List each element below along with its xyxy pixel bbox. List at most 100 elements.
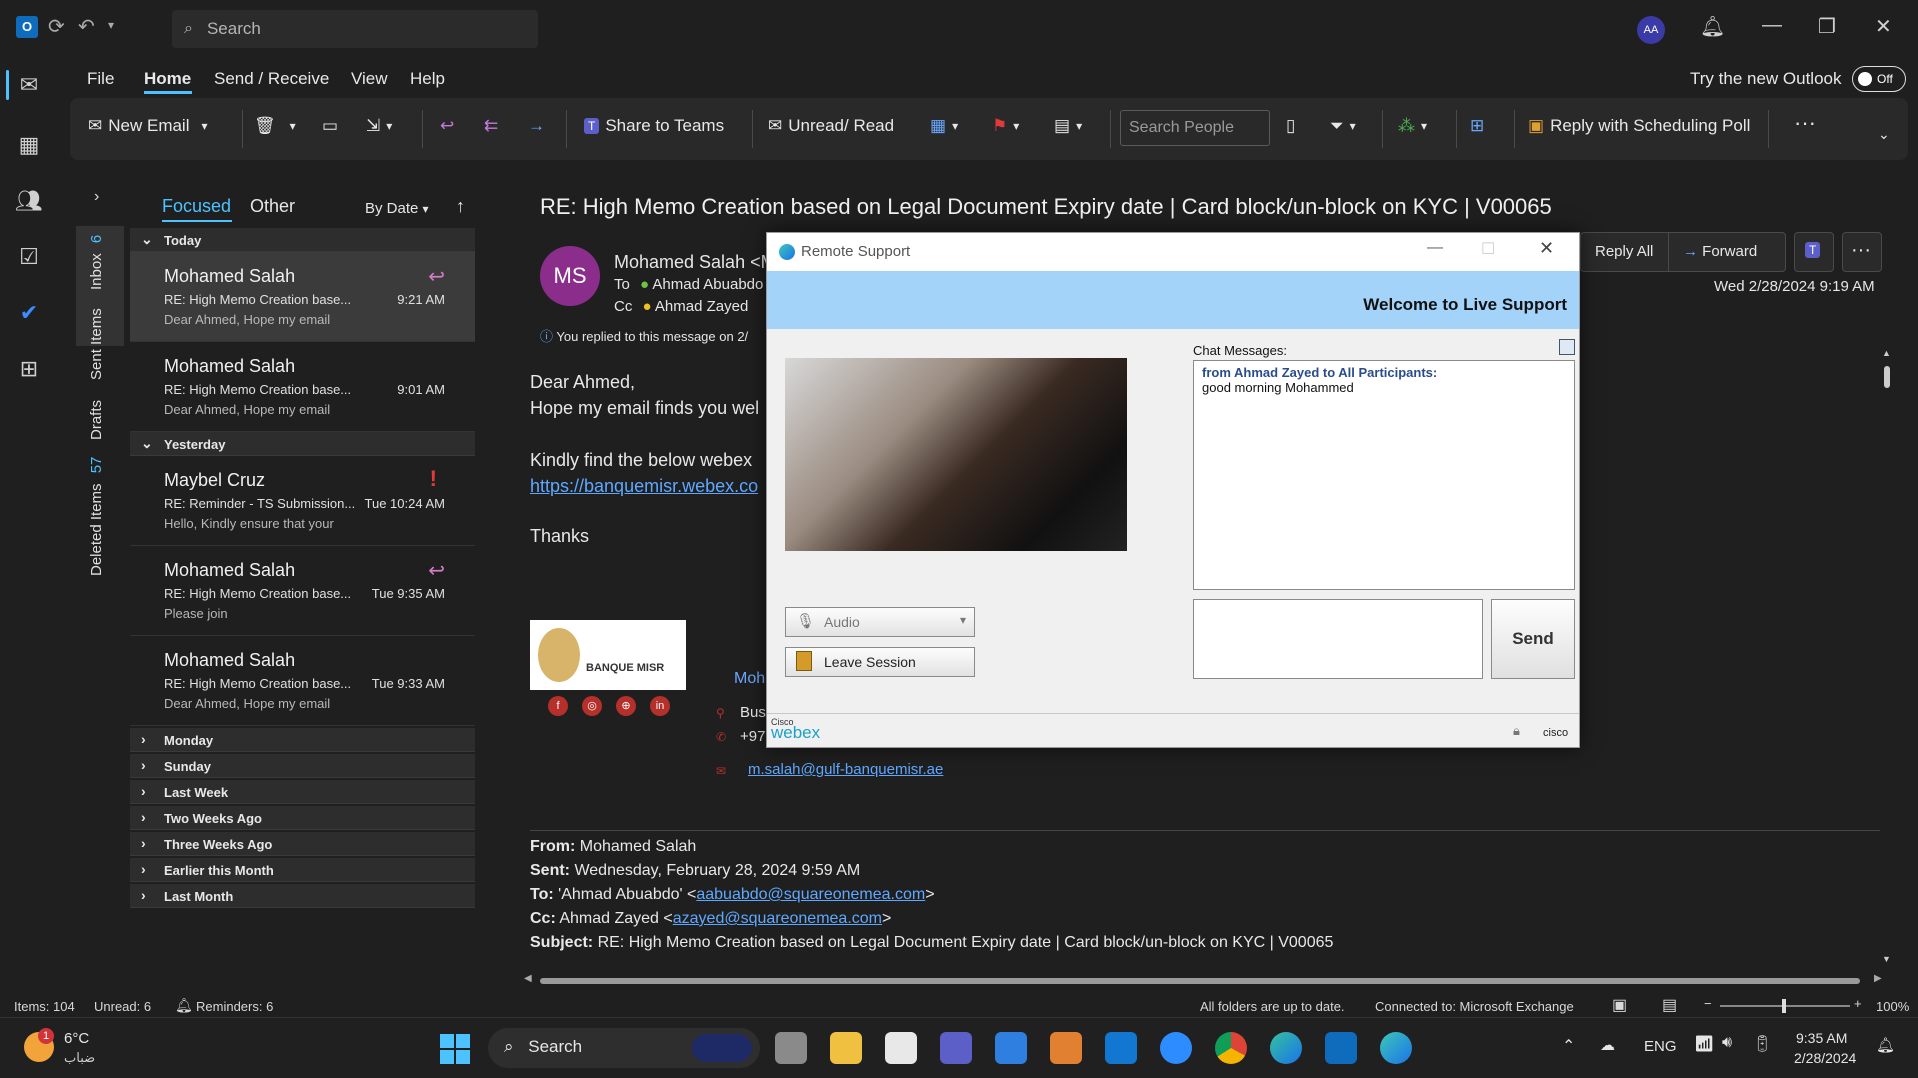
- group-last-week[interactable]: › Last Week: [130, 780, 475, 804]
- instagram-icon[interactable]: ◎: [582, 696, 602, 716]
- minimize-button[interactable]: —: [1762, 14, 1782, 37]
- zoom-icon[interactable]: [1160, 1032, 1192, 1064]
- language-indicator[interactable]: ENG: [1644, 1038, 1677, 1055]
- teams-icon[interactable]: [940, 1032, 972, 1064]
- signature-email[interactable]: m.salah@gulf-banquemisr.ae: [748, 761, 943, 778]
- snipping-tool-icon[interactable]: [1050, 1032, 1082, 1064]
- menu-send-receive[interactable]: Send / Receive: [214, 69, 329, 89]
- delete-button[interactable]: 🗑︎ ▾: [254, 116, 296, 136]
- outlook-icon[interactable]: [1325, 1032, 1357, 1064]
- sort-by-date[interactable]: By Date ▾: [365, 200, 429, 217]
- menu-file[interactable]: File: [87, 69, 114, 89]
- status-reminders[interactable]: Reminders: 6: [196, 999, 273, 1014]
- cc-recipient[interactable]: Ahmad Zayed: [655, 298, 748, 315]
- chat-input[interactable]: [1193, 599, 1483, 679]
- group-monday[interactable]: › Monday: [130, 728, 475, 752]
- move-button[interactable]: ⇲ ▾: [366, 116, 392, 136]
- zoom-level[interactable]: 100%: [1876, 999, 1909, 1014]
- task-view-icon[interactable]: [775, 1032, 807, 1064]
- expand-folder-pane-icon[interactable]: ›: [94, 188, 99, 206]
- translate-button[interactable]: ⁂ ▾: [1398, 116, 1427, 136]
- weather-temp[interactable]: 6°C: [64, 1030, 89, 1047]
- collapse-ribbon-button[interactable]: ⌄: [1878, 126, 1890, 143]
- clock-time[interactable]: 9:35 AM: [1796, 1030, 1847, 1046]
- people-icon[interactable]: 👥︎: [12, 184, 46, 218]
- scroll-up-icon[interactable]: ▲: [1882, 348, 1891, 358]
- webex-link[interactable]: https://banquemisr.webex.co: [530, 476, 758, 497]
- vertical-scroll-thumb[interactable]: [1884, 366, 1890, 388]
- taskbar-search[interactable]: ⌕ Search: [488, 1028, 760, 1068]
- cc-email-link[interactable]: azayed@squareonemea.com: [673, 910, 882, 927]
- new-email-button[interactable]: ✉ New Email ▾: [88, 116, 208, 136]
- reply-button[interactable]: ↩: [440, 116, 454, 136]
- tray-chevron-up-icon[interactable]: ⌃: [1562, 1036, 1575, 1056]
- list-item[interactable]: Mohamed Salah RE: High Memo Creation bas…: [130, 342, 475, 432]
- todo-icon[interactable]: ✔: [12, 296, 46, 330]
- zoom-slider-thumb[interactable]: [1782, 999, 1786, 1013]
- list-item[interactable]: Mohamed Salah ↩ RE: High Memo Creation b…: [130, 252, 475, 342]
- onedrive-icon[interactable]: ☁: [1600, 1036, 1615, 1054]
- undo-icon[interactable]: ↶: [78, 14, 95, 39]
- group-last-month[interactable]: › Last Month: [130, 884, 475, 908]
- menu-help[interactable]: Help: [410, 69, 445, 89]
- edge-icon[interactable]: [1270, 1032, 1302, 1064]
- new-outlook-toggle[interactable]: Off: [1852, 66, 1906, 92]
- send-button[interactable]: Send: [1491, 599, 1575, 679]
- archive-button[interactable]: ▭: [322, 116, 338, 136]
- zoom-out-icon[interactable]: −: [1704, 996, 1712, 1011]
- share-to-teams-button[interactable]: T Share to Teams: [584, 116, 724, 136]
- dialog-minimize-button[interactable]: —: [1427, 239, 1443, 257]
- audio-dropdown[interactable]: 🎙︎ Audio ▾: [785, 607, 975, 637]
- sender-avatar[interactable]: MS: [540, 246, 600, 306]
- account-avatar[interactable]: AA: [1637, 16, 1665, 44]
- teams-chat-button[interactable]: T: [1794, 232, 1834, 272]
- forward-button[interactable]: →: [528, 116, 545, 136]
- filter-button[interactable]: ⏷ ▾: [1330, 116, 1356, 136]
- apps-icon[interactable]: ⊞: [12, 352, 46, 386]
- more-options-button[interactable]: ···: [1794, 110, 1816, 136]
- categorize-button[interactable]: ▦ ▾: [930, 116, 958, 136]
- folder-drafts[interactable]: Drafts: [88, 400, 105, 440]
- normal-view-icon[interactable]: ▣: [1612, 995, 1627, 1015]
- sender-name[interactable]: Mohamed Salah <M: [614, 252, 776, 273]
- zoom-in-icon[interactable]: +: [1854, 996, 1862, 1011]
- close-button[interactable]: ✕: [1875, 14, 1892, 39]
- folder-deleted-items[interactable]: Deleted Items 57: [88, 457, 105, 576]
- reply-all-button[interactable]: Reply All: [1580, 232, 1668, 272]
- menu-view[interactable]: View: [351, 69, 388, 89]
- rules-button[interactable]: ▤ ▾: [1054, 116, 1082, 136]
- maximize-button[interactable]: ❐: [1818, 14, 1836, 39]
- volume-icon[interactable]: 🔊︎: [1722, 1034, 1732, 1052]
- tasks-icon[interactable]: ☑: [12, 240, 46, 274]
- address-book-button[interactable]: ▯: [1286, 116, 1295, 136]
- wifi-icon[interactable]: 📶︎: [1694, 1034, 1714, 1054]
- horizontal-scroll-thumb[interactable]: [540, 978, 1860, 984]
- more-actions-button[interactable]: ···: [1842, 232, 1882, 272]
- bell-icon[interactable]: 🔔︎: [1700, 14, 1725, 39]
- reading-view-icon[interactable]: ▤: [1662, 995, 1677, 1015]
- group-three-weeks-ago[interactable]: › Three Weeks Ago: [130, 832, 475, 856]
- facebook-icon[interactable]: f: [548, 696, 568, 716]
- forward-button[interactable]: → Forward: [1668, 232, 1786, 272]
- list-item[interactable]: Maybel Cruz ! RE: Reminder - TS Submissi…: [130, 456, 475, 546]
- quick-access-dropdown-icon[interactable]: ▾: [108, 18, 114, 32]
- scroll-right-icon[interactable]: ▶: [1874, 973, 1882, 984]
- apps-button[interactable]: ⊞: [1470, 116, 1484, 136]
- horizontal-scrollbar[interactable]: ◀ ▶: [524, 973, 1886, 986]
- flag-button[interactable]: ⚑ ▾: [992, 116, 1019, 136]
- folder-inbox[interactable]: Inbox 6: [88, 235, 105, 290]
- save-chat-icon[interactable]: [1559, 339, 1575, 355]
- sync-icon[interactable]: ⟳: [48, 14, 65, 39]
- list-item[interactable]: Mohamed Salah ↩ RE: High Memo Creation b…: [130, 546, 475, 636]
- leave-session-button[interactable]: Leave Session: [785, 647, 975, 677]
- vertical-scrollbar[interactable]: ▲ ▼: [1882, 348, 1892, 970]
- website-icon[interactable]: ⊕: [616, 696, 636, 716]
- power-automate-icon[interactable]: [995, 1032, 1027, 1064]
- webex-taskbar-icon[interactable]: [1380, 1032, 1412, 1064]
- file-explorer-icon[interactable]: [830, 1032, 862, 1064]
- store-icon[interactable]: [885, 1032, 917, 1064]
- group-two-weeks-ago[interactable]: › Two Weeks Ago: [130, 806, 475, 830]
- search-box[interactable]: ⌕ Search: [172, 10, 538, 48]
- group-yesterday[interactable]: ⌄ Yesterday: [130, 432, 475, 456]
- battery-icon[interactable]: 🔋︎: [1752, 1034, 1772, 1054]
